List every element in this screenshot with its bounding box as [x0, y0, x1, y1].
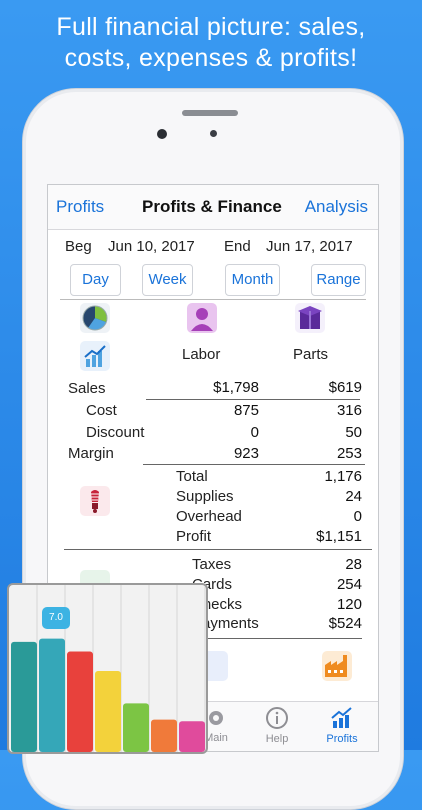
pie-chart-icon[interactable]: [80, 303, 110, 333]
checks-value: 120: [336, 596, 362, 613]
taxes-label: Taxes: [192, 556, 232, 573]
labor-column-label: Labor: [182, 346, 221, 363]
chart-bar: [67, 651, 93, 752]
headline-line-1: Full financial picture: sales,: [56, 13, 366, 41]
phone-camera: [157, 129, 167, 139]
overhead-label: Overhead: [176, 508, 242, 525]
profits-chart-icon: [331, 707, 352, 728]
lightbulb-icon[interactable]: [80, 486, 110, 516]
sales-labor-value: $1,798: [213, 379, 259, 396]
gear-icon: [209, 711, 223, 725]
back-button-profits[interactable]: Profits: [56, 197, 104, 217]
promo-headline: Full financial picture: sales, costs, ex…: [0, 12, 422, 74]
parts-column-label: Parts: [293, 346, 329, 363]
bar-chart-graphic: [11, 585, 206, 752]
total-expenses-label: Total: [176, 468, 208, 485]
cost-label: Cost: [86, 402, 117, 419]
app-icon-bar-chart: 7.0: [7, 583, 208, 754]
divider: [146, 399, 360, 400]
phone-sensor: [210, 130, 217, 137]
end-date-label: End: [224, 238, 251, 255]
cost-parts-value: 316: [336, 402, 362, 419]
phone-speaker: [182, 110, 238, 116]
begin-date-label: Beg: [65, 238, 92, 255]
tab-help[interactable]: Help: [247, 702, 307, 745]
chart-bar: [11, 641, 37, 752]
value-badge: 7.0: [42, 607, 70, 629]
chart-bar: [39, 638, 65, 752]
discount-label: Discount: [86, 424, 145, 441]
cards-value: 254: [336, 576, 362, 593]
taxes-value: 28: [345, 556, 362, 573]
chart-bar: [179, 721, 205, 752]
sales-parts-value: $619: [328, 379, 362, 396]
chart-bar: [123, 703, 149, 752]
total-expenses-value: 1,176: [324, 468, 362, 485]
parts-box-icon[interactable]: [295, 303, 325, 333]
payments-value: $524: [328, 615, 362, 632]
margin-label: Margin: [68, 445, 114, 462]
discount-parts-value: 50: [345, 424, 362, 441]
factory-icon[interactable]: [322, 651, 352, 681]
analysis-button[interactable]: Analysis: [305, 197, 368, 217]
range-button[interactable]: Range: [311, 264, 366, 296]
divider: [64, 549, 372, 550]
profit-value: $1,151: [316, 528, 362, 545]
week-button[interactable]: Week: [142, 264, 193, 296]
navigation-bar: Profits Profits & Finance Analysis: [48, 185, 378, 230]
chart-bar: [151, 719, 177, 752]
page-title: Profits & Finance: [142, 197, 282, 216]
supplies-value: 24: [345, 488, 362, 505]
cost-labor-value: 875: [233, 402, 259, 419]
profit-label: Profit: [176, 528, 212, 545]
overhead-value: 0: [353, 508, 362, 525]
day-button[interactable]: Day: [70, 264, 121, 296]
sales-chart-icon[interactable]: [80, 341, 110, 371]
chart-bar: [95, 671, 121, 752]
headline-line-2: costs, expenses & profits!: [64, 44, 358, 72]
tab-profits[interactable]: Profits: [312, 702, 372, 745]
discount-labor-value: 0: [250, 424, 259, 441]
sales-label: Sales: [68, 380, 106, 397]
tab-profits-label: Profits: [326, 733, 358, 745]
supplies-label: Supplies: [176, 488, 234, 505]
divider: [143, 464, 365, 465]
margin-parts-value: 253: [336, 445, 362, 462]
end-date-value[interactable]: Jun 17, 2017: [266, 238, 353, 255]
begin-date-value[interactable]: Jun 10, 2017: [108, 238, 195, 255]
month-button[interactable]: Month: [225, 264, 280, 296]
margin-labor-value: 923: [233, 445, 259, 462]
divider: [60, 299, 366, 300]
info-icon: [266, 707, 288, 729]
tab-help-label: Help: [265, 733, 289, 745]
labor-person-icon[interactable]: [187, 303, 217, 333]
